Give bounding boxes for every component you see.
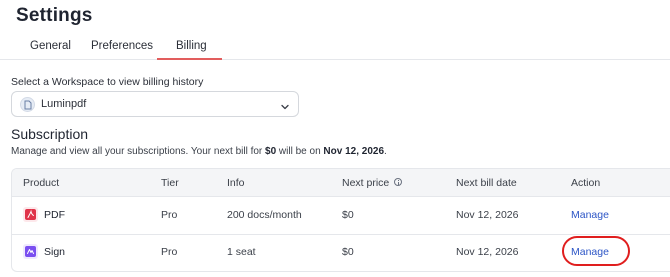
chevron-down-icon: [280, 99, 290, 117]
column-header-next-price: Next price: [342, 177, 403, 189]
subscription-desc-suffix: .: [384, 146, 387, 157]
info-cell: 1 seat: [227, 246, 256, 258]
next-price-label: Next price: [342, 177, 390, 189]
info-icon[interactable]: [394, 178, 403, 186]
tab-bar: General Preferences Billing: [0, 32, 670, 60]
column-header-next-bill-date: Next bill date: [456, 177, 517, 189]
info-cell: 200 docs/month: [227, 209, 302, 221]
tab-billing[interactable]: Billing: [176, 40, 207, 52]
subscriptions-table: Product Tier Info Next price Next bill d…: [11, 168, 670, 272]
workspace-select[interactable]: Luminpdf: [11, 91, 299, 117]
table-header: Product Tier Info Next price Next bill d…: [12, 169, 670, 197]
next-price-cell: $0: [342, 209, 354, 221]
page-title: Settings: [16, 5, 93, 26]
product-name: PDF: [44, 209, 65, 221]
subscription-desc-mid: will be on: [276, 146, 324, 157]
workspace-icon: [20, 97, 35, 112]
pdf-icon: [23, 207, 38, 222]
workspace-select-value: Luminpdf: [41, 98, 87, 110]
next-bill-amount: $0: [265, 146, 277, 157]
tier-cell: Pro: [161, 209, 178, 221]
manage-pdf-link[interactable]: Manage: [571, 209, 609, 221]
next-price-cell: $0: [342, 246, 354, 258]
table-row: PDF Pro 200 docs/month $0 Nov 12, 2026 M…: [12, 197, 670, 235]
column-header-tier: Tier: [161, 177, 179, 189]
tier-cell: Pro: [161, 246, 178, 258]
product-name: Sign: [44, 246, 66, 258]
column-header-info: Info: [227, 177, 245, 189]
sign-icon: [23, 244, 38, 259]
tab-preferences[interactable]: Preferences: [91, 40, 153, 52]
next-bill-date-cell: Nov 12, 2026: [456, 209, 519, 221]
active-tab-indicator: [157, 58, 222, 60]
tab-general[interactable]: General: [30, 40, 71, 52]
next-bill-date-cell: Nov 12, 2026: [456, 246, 519, 258]
next-bill-date: Nov 12, 2026: [323, 146, 385, 157]
subscription-description: Manage and view all your subscriptions. …: [11, 146, 387, 157]
subscription-title: Subscription: [11, 126, 89, 142]
highlight-annotation: [562, 236, 630, 266]
subscription-desc-prefix: Manage and view all your subscriptions. …: [11, 146, 266, 157]
column-header-action: Action: [571, 177, 601, 189]
column-header-product: Product: [23, 177, 60, 189]
workspace-select-label: Select a Workspace to view billing histo…: [11, 76, 204, 88]
